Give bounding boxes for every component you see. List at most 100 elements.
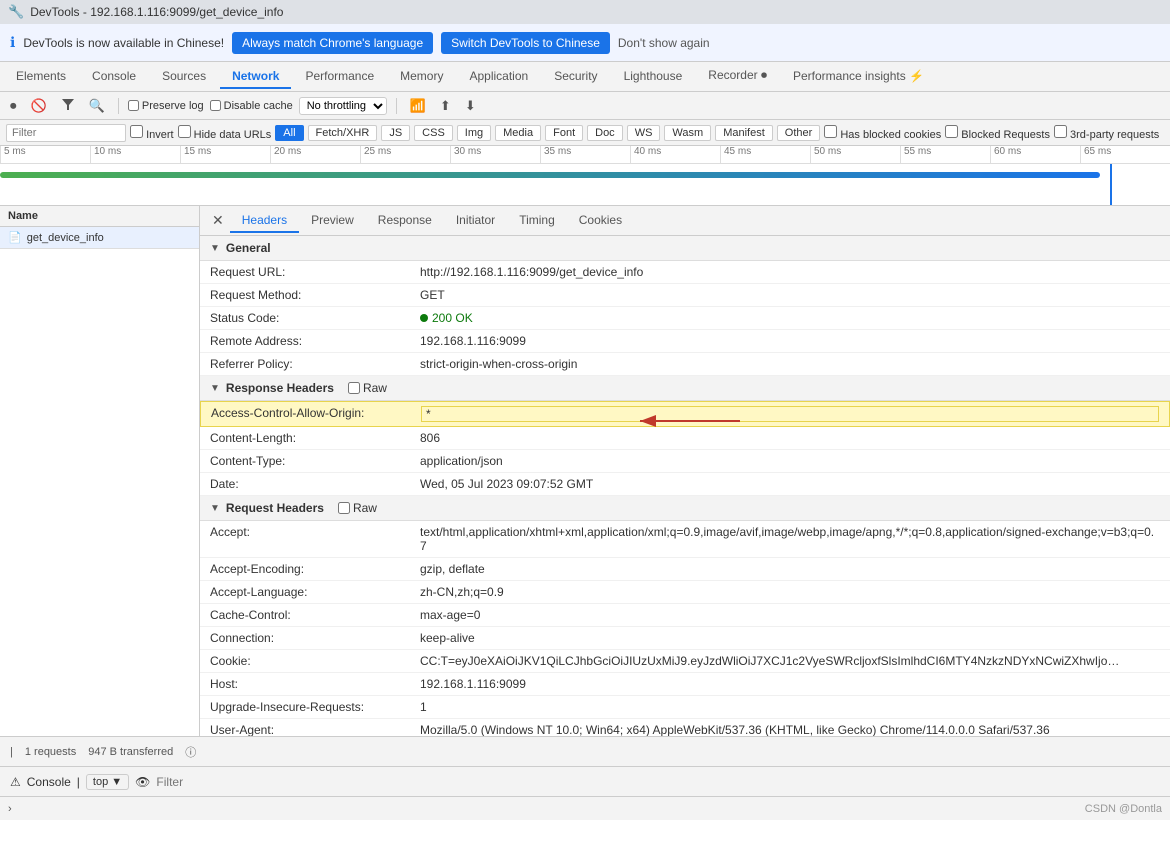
response-headers-title: Response Headers	[226, 381, 334, 395]
connection-row: Connection: keep-alive	[200, 627, 1170, 650]
throttle-select[interactable]: No throttling	[299, 97, 387, 115]
has-blocked-cookies-label[interactable]: Has blocked cookies	[824, 125, 941, 141]
tab-lighthouse[interactable]: Lighthouse	[612, 65, 695, 89]
filter-font-button[interactable]: Font	[545, 125, 583, 141]
preserve-log-checkbox[interactable]	[128, 100, 139, 111]
third-party-checkbox[interactable]	[1054, 125, 1067, 138]
response-raw-checkbox[interactable]	[348, 382, 360, 394]
tab-performance-insights[interactable]: Performance insights ⚡	[781, 65, 936, 89]
tab-recorder[interactable]: Recorder ⏺	[696, 64, 779, 89]
tab-memory[interactable]: Memory	[388, 65, 455, 89]
access-control-allow-origin-row: Access-Control-Allow-Origin: *	[200, 401, 1170, 427]
tab-initiator[interactable]: Initiator	[444, 209, 507, 233]
request-headers-title: Request Headers	[226, 501, 324, 515]
title-bar: 🔧 DevTools - 192.168.1.116:9099/get_devi…	[0, 0, 1170, 24]
detail-tabs: ✕ Headers Preview Response Initiator Tim…	[200, 206, 1170, 236]
request-raw-label[interactable]: Raw	[338, 501, 377, 515]
list-item[interactable]: 📄 get_device_info	[0, 227, 199, 249]
content-type-row: Content-Type: application/json	[200, 450, 1170, 473]
record-button[interactable]: ⏺	[6, 96, 21, 116]
search-button[interactable]: 🔍	[85, 96, 109, 116]
timeline-label-25: 25 ms	[360, 146, 450, 163]
tab-application[interactable]: Application	[457, 65, 540, 89]
tab-network[interactable]: Network	[220, 65, 291, 89]
filter-manifest-button[interactable]: Manifest	[715, 125, 773, 141]
disable-cache-label[interactable]: Disable cache	[210, 100, 293, 112]
blocked-requests-label[interactable]: Blocked Requests	[945, 125, 1050, 141]
filter-js-button[interactable]: JS	[381, 125, 410, 141]
main-tabs: Elements Console Sources Network Perform…	[0, 62, 1170, 92]
filter-css-button[interactable]: CSS	[414, 125, 453, 141]
filter-ws-button[interactable]: WS	[627, 125, 661, 141]
tab-response[interactable]: Response	[366, 209, 444, 233]
invert-checkbox[interactable]	[130, 125, 143, 138]
tab-sources[interactable]: Sources	[150, 65, 218, 89]
accept-language-label: Accept-Language:	[210, 585, 420, 599]
filter-fetch-button[interactable]: Fetch/XHR	[308, 125, 378, 141]
transferred-size: 947 B transferred	[88, 746, 173, 758]
tab-elements[interactable]: Elements	[4, 65, 78, 89]
more-info-icon: ⓘ	[185, 744, 196, 760]
request-raw-checkbox[interactable]	[338, 502, 350, 514]
filter-doc-button[interactable]: Doc	[587, 125, 623, 141]
invert-label[interactable]: Invert	[130, 125, 174, 141]
response-raw-label[interactable]: Raw	[348, 381, 387, 395]
cache-control-row: Cache-Control: max-age=0	[200, 604, 1170, 627]
tab-performance[interactable]: Performance	[293, 65, 386, 89]
tab-cookies[interactable]: Cookies	[567, 209, 634, 233]
tab-preview[interactable]: Preview	[299, 209, 366, 233]
timeline-label-20: 20 ms	[270, 146, 360, 163]
blocked-requests-checkbox[interactable]	[945, 125, 958, 138]
disable-cache-checkbox[interactable]	[210, 100, 221, 111]
filter-media-button[interactable]: Media	[495, 125, 541, 141]
request-method-value: GET	[420, 288, 1160, 302]
filter-button[interactable]	[57, 95, 79, 116]
date-value: Wed, 05 Jul 2023 09:07:52 GMT	[420, 477, 1160, 491]
close-detail-button[interactable]: ✕	[206, 212, 230, 229]
timeline-label-5: 5 ms	[0, 146, 90, 163]
request-headers-section-header: ▼ Request Headers Raw	[200, 496, 1170, 521]
upgrade-insecure-value: 1	[420, 700, 1160, 714]
filter-bar: Invert Hide data URLs All Fetch/XHR JS C…	[0, 120, 1170, 146]
detail-panel: ✕ Headers Preview Response Initiator Tim…	[200, 206, 1170, 736]
tab-timing[interactable]: Timing	[507, 209, 567, 233]
request-headers-arrow: ▼	[210, 503, 220, 514]
access-control-label: Access-Control-Allow-Origin:	[211, 406, 421, 420]
tab-security[interactable]: Security	[542, 65, 609, 89]
upload-button[interactable]: ⬆	[436, 96, 455, 116]
tab-console[interactable]: Console	[80, 65, 148, 89]
preserve-log-label[interactable]: Preserve log	[128, 100, 204, 112]
has-blocked-cookies-checkbox[interactable]	[824, 125, 837, 138]
top-label: top ▼	[86, 774, 129, 790]
timeline-label-60: 60 ms	[990, 146, 1080, 163]
status-dot	[420, 314, 428, 322]
content-type-value: application/json	[420, 454, 1160, 468]
filter-input[interactable]	[6, 124, 126, 142]
console-label: Console	[27, 775, 71, 789]
filter-all-button[interactable]: All	[275, 125, 303, 141]
eye-icon: 👁	[135, 775, 150, 789]
third-party-label[interactable]: 3rd-party requests	[1054, 125, 1159, 141]
download-button[interactable]: ⬇	[461, 96, 480, 116]
status-code-value: 200 OK	[420, 311, 1160, 325]
dont-show-again-button[interactable]: Don't show again	[618, 36, 710, 50]
switch-chinese-button[interactable]: Switch DevTools to Chinese	[441, 32, 610, 54]
hide-data-urls-checkbox[interactable]	[178, 125, 191, 138]
timeline-label-55: 55 ms	[900, 146, 990, 163]
console-filter-input[interactable]	[156, 775, 1160, 789]
tab-headers[interactable]: Headers	[230, 209, 299, 233]
filter-other-button[interactable]: Other	[777, 125, 821, 141]
timeline-label-15: 15 ms	[180, 146, 270, 163]
accept-encoding-row: Accept-Encoding: gzip, deflate	[200, 558, 1170, 581]
wifi-icon-button[interactable]: 📶	[406, 96, 430, 116]
content-type-label: Content-Type:	[210, 454, 420, 468]
clear-button[interactable]: 🚫	[27, 96, 51, 116]
hide-data-urls-label[interactable]: Hide data URLs	[178, 125, 272, 141]
filter-img-button[interactable]: Img	[457, 125, 491, 141]
request-list-header: Name	[0, 206, 199, 227]
access-control-row-wrapper: Access-Control-Allow-Origin: *	[200, 401, 1170, 427]
status-bar: | 1 requests 947 B transferred ⓘ	[0, 736, 1170, 766]
filter-wasm-button[interactable]: Wasm	[664, 125, 711, 141]
match-language-button[interactable]: Always match Chrome's language	[232, 32, 433, 54]
user-agent-row: User-Agent: Mozilla/5.0 (Windows NT 10.0…	[200, 719, 1170, 736]
